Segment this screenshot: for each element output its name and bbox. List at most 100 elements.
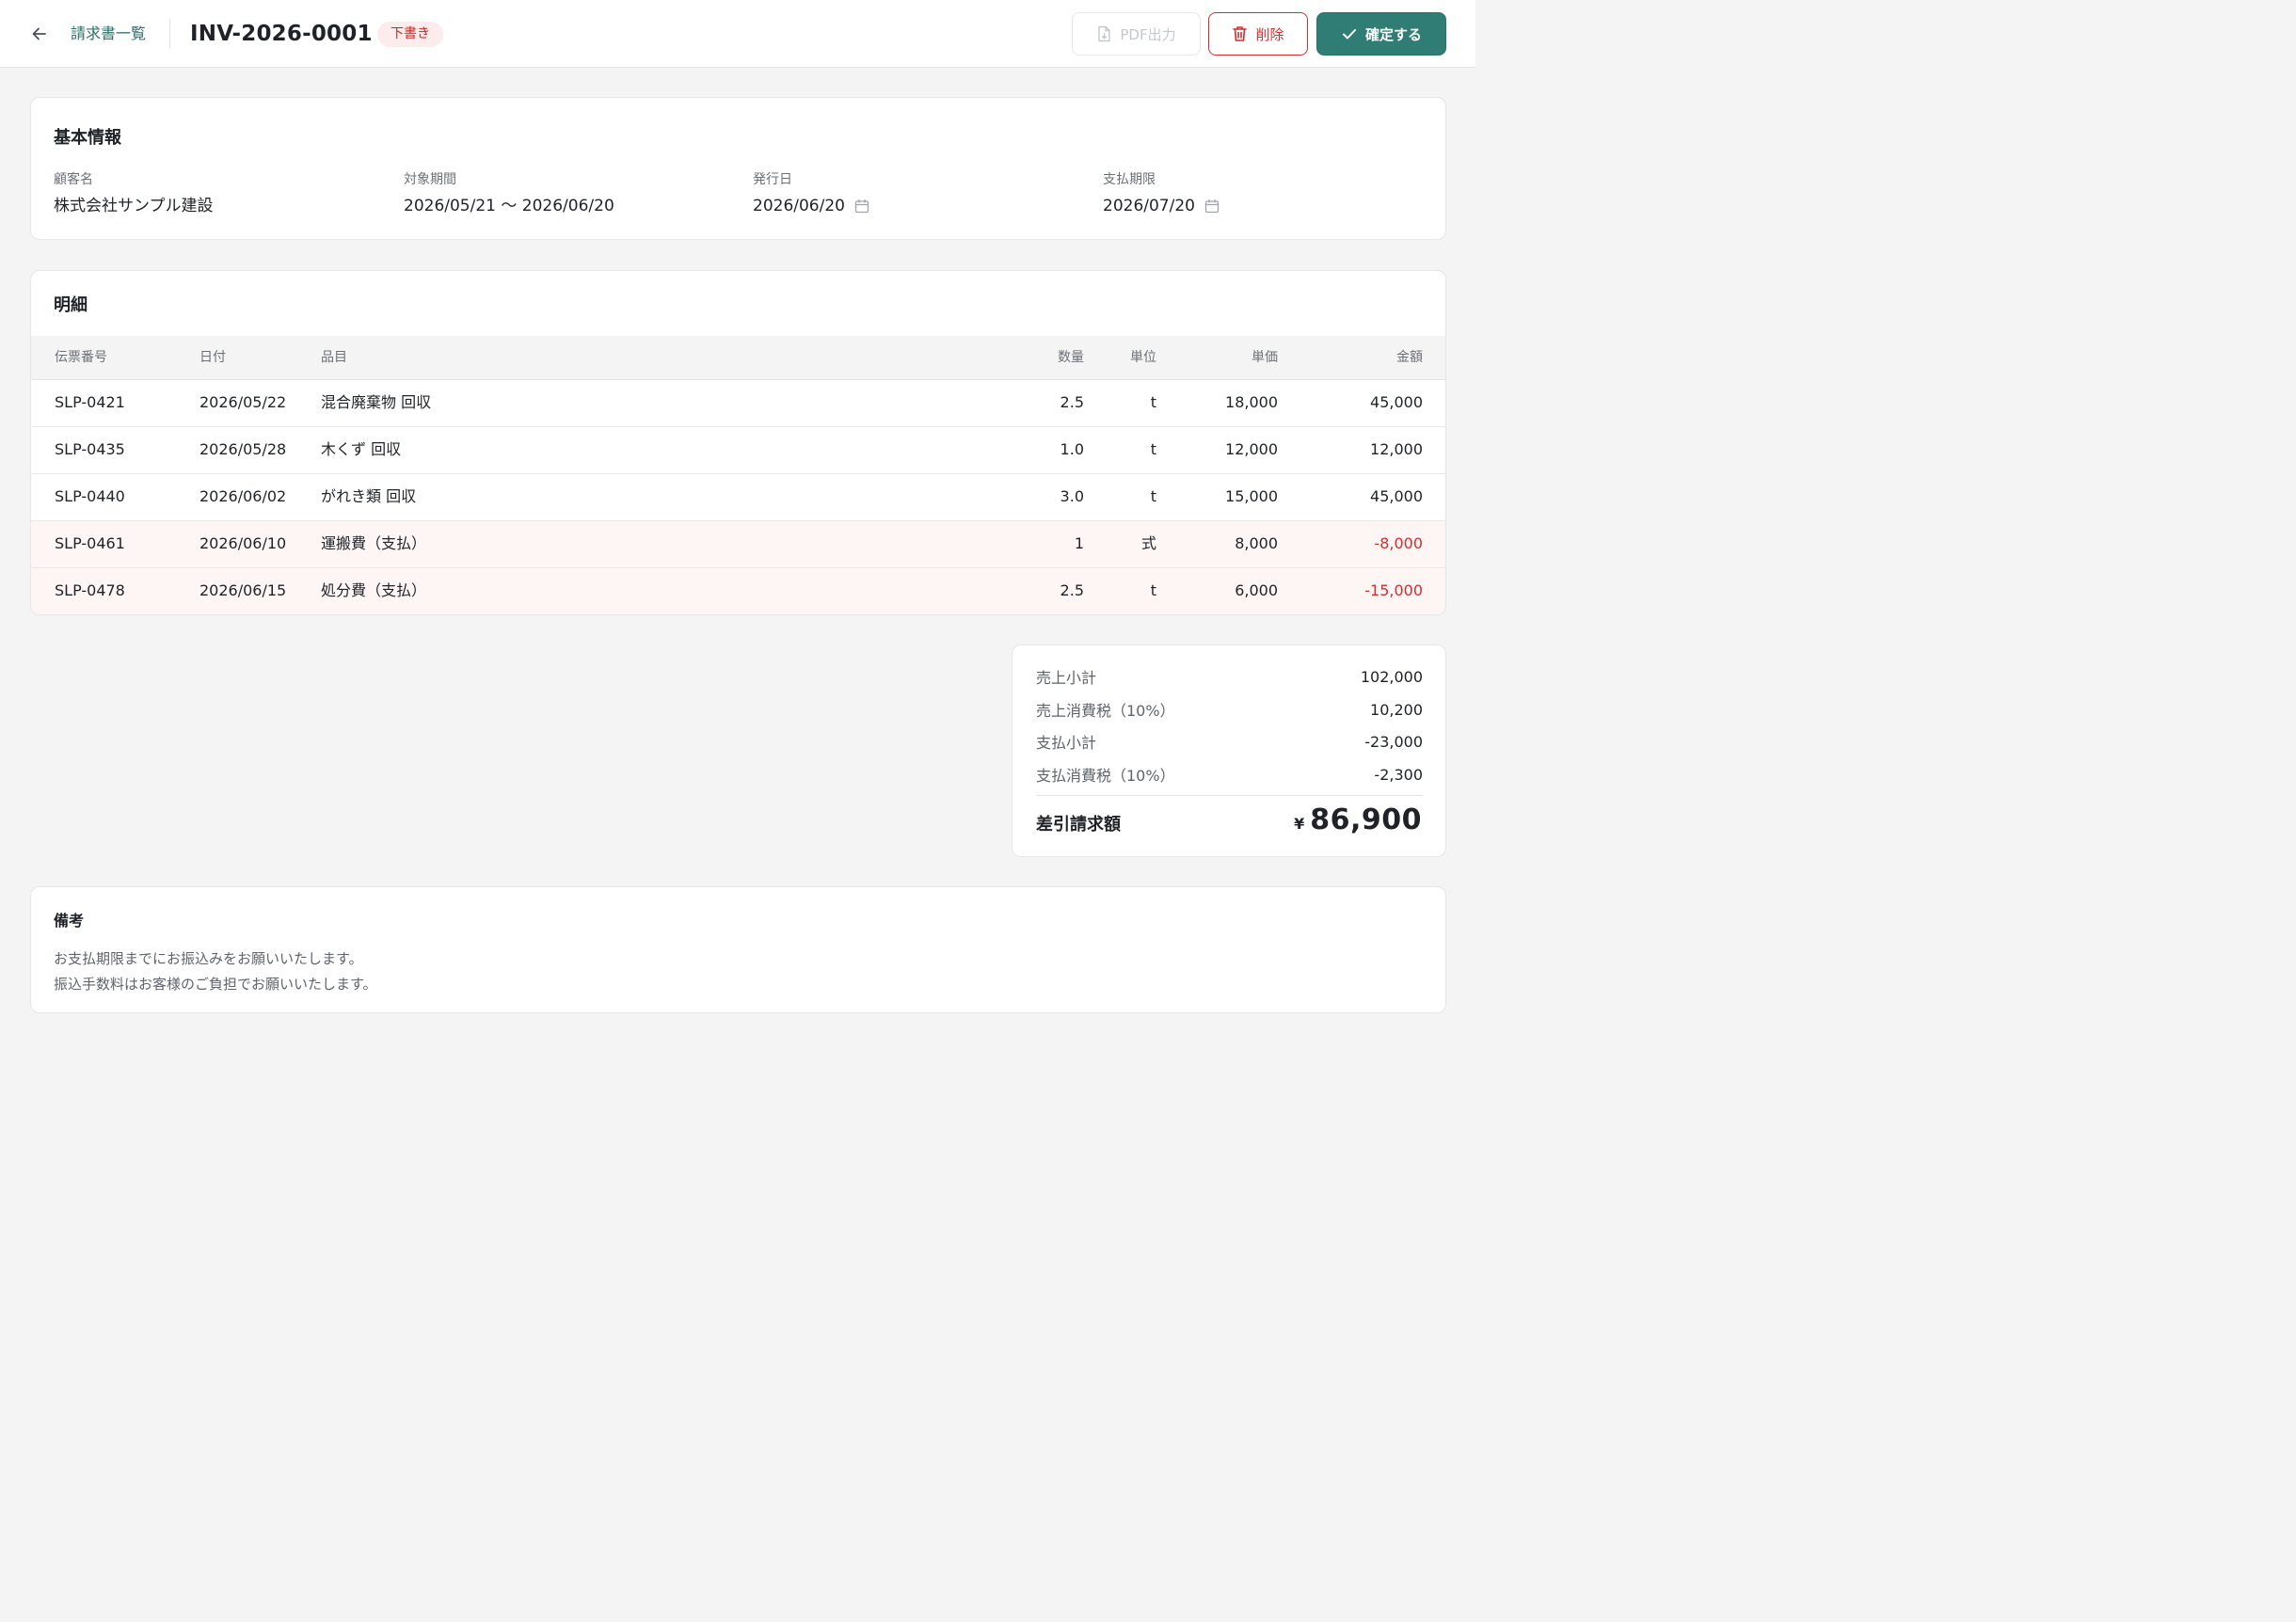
row-date: 2026/06/02 [199,487,287,505]
row-unit: t [1150,487,1156,505]
notes-line: お支払期限までにお振込みをお願いいたします。 [54,950,363,967]
row-quantity: 1.0 [1060,440,1084,458]
issue-date-row: 2026/06/20 [753,196,869,216]
row-quantity: 2.5 [1060,581,1084,599]
period-label: 対象期間 [404,172,456,187]
slip-number: SLP-0461 [55,534,125,552]
line-items-card: 明細 伝票番号 日付 品目 数量 単位 単価 金額 SLP-0421 2026/… [30,270,1446,615]
table-header: 伝票番号 日付 品目 数量 単位 単価 金額 [31,336,1445,380]
confirm-label: 確定する [1364,25,1422,43]
column-header-slip: 伝票番号 [55,350,107,365]
issue-date-label: 発行日 [753,172,792,187]
payment-tax-value: -2,300 [1374,765,1423,784]
calendar-icon[interactable] [854,199,869,214]
top-bar: 請求書一覧 INV-2026-0001 下書き PDF出力 削除 確定する [0,0,1475,68]
row-unit: t [1150,393,1156,411]
back-arrow-icon[interactable] [28,23,51,45]
notes-body[interactable]: お支払期限までにお振込みをお願いいたします。 振込手数料はお客様のご負担でお願い… [54,946,377,997]
notes-title: 備考 [54,912,85,930]
check-icon [1341,25,1358,42]
header-divider [169,19,170,49]
row-item: 運搬費（支払） [321,534,427,552]
delete-label: 削除 [1255,25,1284,43]
trash-icon [1232,25,1248,42]
grand-total: ¥ 86,900 [1294,803,1422,836]
notes-card: 備考 お支払期限までにお振込みをお願いいたします。 振込手数料はお客様のご負担で… [30,886,1446,1013]
row-item: 木くず 回収 [321,440,402,458]
row-item: 処分費（支払） [321,581,427,599]
due-date-row: 2026/07/20 [1103,196,1220,216]
issue-date-value[interactable]: 2026/06/20 [753,196,845,216]
slip-number: SLP-0421 [55,393,125,411]
row-unit-price: 18,000 [1225,393,1278,411]
row-quantity: 2.5 [1060,393,1084,411]
basic-info-title: 基本情報 [54,128,121,148]
slip-number: SLP-0440 [55,487,125,505]
grand-total-value: 86,900 [1310,803,1422,836]
row-date: 2026/05/28 [199,440,287,458]
line-items-title: 明細 [54,295,88,315]
row-unit-price: 15,000 [1225,487,1278,505]
calendar-icon[interactable] [1204,199,1220,214]
currency-symbol: ¥ [1294,815,1305,833]
totals-card: 売上小計 102,000 売上消費税（10%） 10,200 支払小計 -23,… [1012,644,1446,857]
file-pdf-icon [1096,25,1112,42]
due-date-label: 支払期限 [1103,172,1156,187]
row-unit-price: 6,000 [1235,581,1278,599]
row-date: 2026/06/15 [199,581,287,599]
basic-info-card: 基本情報 顧客名 株式会社サンプル建設 対象期間 2026/05/21 〜 20… [30,97,1446,240]
row-item: がれき類 回収 [321,487,417,505]
notes-line: 振込手数料はお客様のご負担でお願いいたします。 [54,976,377,993]
table-row-payment[interactable]: SLP-0478 2026/06/15 処分費（支払） 2.5 t 6,000 … [31,568,1445,614]
row-quantity: 1 [1074,534,1084,552]
row-unit: t [1150,581,1156,599]
payment-subtotal-value: -23,000 [1364,732,1423,751]
row-unit: 式 [1140,534,1156,552]
row-amount: 45,000 [1370,487,1423,505]
column-header-item: 品目 [321,350,347,365]
row-amount: 45,000 [1370,393,1423,411]
table-row[interactable]: SLP-0421 2026/05/22 混合廃棄物 回収 2.5 t 18,00… [31,380,1445,427]
sales-tax-value: 10,200 [1370,700,1423,719]
breadcrumb-invoice-list[interactable]: 請求書一覧 [71,24,146,43]
issue-date-field: 発行日 2026/06/20 [753,171,869,216]
page-title: INV-2026-0001 [190,22,373,46]
due-date-value[interactable]: 2026/07/20 [1103,196,1195,216]
row-date: 2026/05/22 [199,393,287,411]
table-row-payment[interactable]: SLP-0461 2026/06/10 運搬費（支払） 1 式 8,000 -8… [31,521,1445,568]
column-header-date: 日付 [199,350,226,365]
customer-label: 顧客名 [54,172,93,187]
pdf-export-button[interactable]: PDF出力 [1072,12,1201,56]
grand-total-label: 差引請求額 [1036,815,1121,835]
customer-value: 株式会社サンプル建設 [54,197,214,215]
sales-tax-row: 売上消費税（10%） 10,200 [1036,699,1423,721]
period-value: 2026/05/21 〜 2026/06/20 [404,197,614,215]
row-amount: -8,000 [1374,534,1423,552]
row-quantity: 3.0 [1060,487,1084,505]
confirm-button[interactable]: 確定する [1316,12,1446,56]
row-item: 混合廃棄物 回収 [321,393,432,411]
column-header-unit: 単位 [1130,350,1156,365]
payment-tax-label: 支払消費税（10%） [1036,767,1175,785]
table-row[interactable]: SLP-0435 2026/05/28 木くず 回収 1.0 t 12,000 … [31,427,1445,474]
payment-tax-row: 支払消費税（10%） -2,300 [1036,764,1423,786]
row-amount: 12,000 [1370,440,1423,458]
payment-subtotal-row: 支払小計 -23,000 [1036,731,1423,753]
slip-number: SLP-0435 [55,440,125,458]
sales-subtotal-label: 売上小計 [1036,669,1097,687]
due-date-field: 支払期限 2026/07/20 [1103,171,1220,216]
period-field: 対象期間 2026/05/21 〜 2026/06/20 [404,171,614,216]
table-row[interactable]: SLP-0440 2026/06/02 がれき類 回収 3.0 t 15,000… [31,474,1445,521]
totals-divider [1036,795,1423,796]
row-date: 2026/06/10 [199,534,287,552]
payment-subtotal-label: 支払小計 [1036,734,1097,752]
slip-number: SLP-0478 [55,581,125,599]
delete-button[interactable]: 削除 [1208,12,1308,56]
sales-subtotal-row: 売上小計 102,000 [1036,666,1423,688]
row-unit-price: 8,000 [1235,534,1278,552]
column-header-quantity: 数量 [1058,350,1084,365]
sales-subtotal-value: 102,000 [1360,667,1423,686]
row-unit-price: 12,000 [1225,440,1278,458]
column-header-unit-price: 単価 [1252,350,1278,365]
customer-field: 顧客名 株式会社サンプル建設 [54,171,214,216]
